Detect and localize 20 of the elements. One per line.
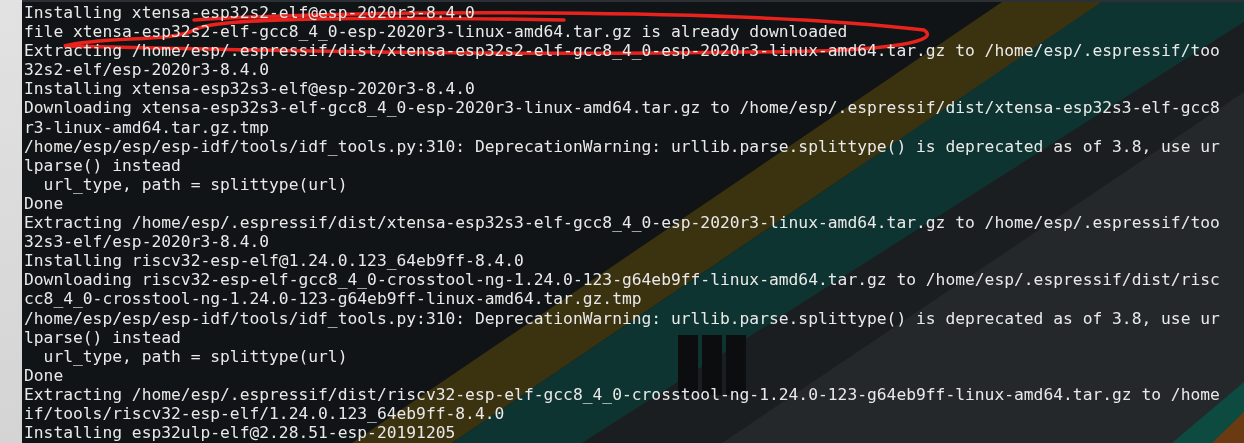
terminal-line: cc8_4_0-crosstool-ng-1.24.0-123-g64eb9ff-linux-amd64.tar.gz.tmp [24,289,642,309]
terminal-line: Done [24,365,64,385]
terminal-line: Extracting /home/esp/.espressif/dist/xtensa-esp32s3-elf-gcc8_4_0-esp-2020r3-linux-amd64.tar.gz to /home/esp/.espressif/too [24,213,1220,233]
terminal-line: /home/esp/esp/esp-idf/tools/idf_tools.py:310: DeprecationWarning: urllib.parse.splittype() is deprecated as of 3.8, use ur [24,308,1220,328]
terminal-line: lparse() instead [24,327,181,347]
terminal-line: Done [24,193,64,213]
terminal-line: if/tools/riscv32-esp-elf/1.24.0.123_64eb9ff-8.4.0 [24,403,505,423]
terminal-line: Installing riscv32-esp-elf@1.24.0.123_64eb9ff-8.4.0 [24,251,524,271]
terminal-line: 32s2-elf/esp-2020r3-8.4.0 [24,60,270,80]
terminal-line: /home/esp/esp/esp-idf/tools/idf_tools.py:310: DeprecationWarning: urllib.parse.splittype() is deprecated as of 3.8, use ur [24,136,1220,156]
terminal-line: lparse() instead [24,155,181,175]
terminal-line: r3-linux-amd64.tar.gz.tmp [24,117,270,137]
terminal-line: 32s3-elf/esp-2020r3-8.4.0 [24,232,270,252]
terminal-line: Extracting /home/esp/.espressif/dist/riscv32-esp-elf-gcc8_4_0-crosstool-ng-1.24.0-123-g64eb9ff-linux-amd64.tar.gz to /home [24,384,1220,404]
terminal-line: url_type, path = splittype(url) [42,346,348,366]
terminal-line: Installing esp32ulp-elf@2.28.51-esp-20191205 [24,423,456,443]
terminal-line: url_type, path = splittype(url) [42,174,348,194]
terminal-line: Installing xtensa-esp32s3-elf@esp-2020r3-8.4.0 [24,79,475,99]
terminal-line: Downloading riscv32-esp-elf-gcc8_4_0-crosstool-ng-1.24.0-123-g64eb9ff-linux-amd64.tar.gz to /home/esp/.espressif/dist/risc [24,270,1220,290]
terminal-line: Downloading xtensa-esp32s3-elf-gcc8_4_0-esp-2020r3-linux-amd64.tar.gz to /home/esp/.espressif/dist/xtensa-esp32s3-elf-gcc8 [24,98,1220,118]
